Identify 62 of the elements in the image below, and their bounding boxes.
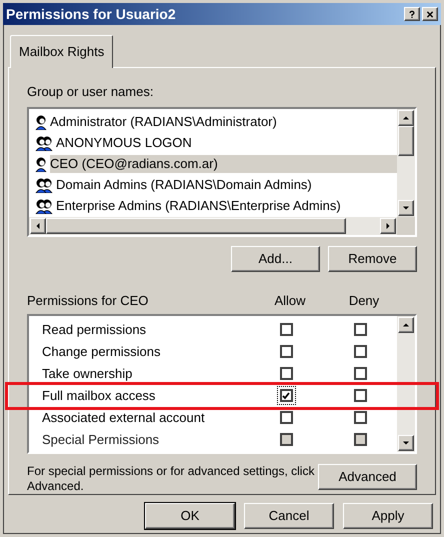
scroll-left-button[interactable] (30, 218, 46, 234)
permission-label: Take ownership (42, 364, 134, 383)
column-header: Allow (273, 292, 307, 310)
left-arrow-icon (35, 222, 41, 230)
group-icon (35, 134, 53, 150)
checkbox[interactable] (354, 389, 366, 402)
group-icon (35, 176, 53, 192)
checkbox[interactable] (280, 345, 292, 358)
user-icon (35, 114, 47, 130)
scroll-right-button[interactable] (380, 218, 396, 234)
group-icon (35, 198, 53, 214)
checkbox[interactable] (354, 367, 366, 380)
permission-label: Associated external account (42, 408, 206, 427)
vertical-scrollbar[interactable] (397, 109, 415, 217)
vertical-scrollbar[interactable] (397, 316, 415, 452)
column-header: Deny (348, 292, 380, 310)
checkbox[interactable] (280, 367, 292, 380)
user-list-item[interactable]: CEO (CEO@radians.com.ar) (50, 154, 397, 172)
checkmark-icon (282, 392, 290, 400)
section-label: Group or user names: (27, 82, 154, 101)
dialog-button[interactable]: Apply (343, 502, 433, 528)
help-icon (409, 10, 415, 18)
help-button[interactable] (404, 7, 420, 21)
permission-label: Read permissions (42, 320, 148, 339)
checkbox[interactable] (280, 389, 292, 402)
dialog-button[interactable]: Advanced (318, 464, 417, 490)
permission-label: Full mailbox access (42, 386, 156, 405)
scroll-thumb[interactable] (398, 126, 414, 156)
permission-label: Change permissions (42, 342, 162, 361)
user-list-item[interactable]: Administrator (RADIANS\Administrator) (50, 112, 397, 130)
permission-label: Special Permissions (42, 430, 160, 449)
checkbox[interactable] (354, 345, 366, 358)
advanced-hint: For special permissions or for advanced settings, click Advanced. (27, 464, 316, 494)
user-list-item[interactable]: Enterprise Admins (RADIANS\Enterprise Admins) (56, 196, 397, 214)
dialog-button[interactable]: OK (145, 502, 235, 528)
dialog-button[interactable]: Cancel (244, 502, 334, 528)
close-icon (426, 10, 434, 18)
close-button[interactable] (422, 7, 438, 21)
scroll-up-button[interactable] (398, 110, 414, 126)
section-label: Permissions for CEO (27, 292, 150, 310)
window-title: Permissions for Usuario2 (6, 4, 176, 24)
scroll-down-button[interactable] (398, 200, 414, 216)
scroll-up-button[interactable] (398, 316, 414, 332)
user-list-item[interactable]: Domain Admins (RADIANS\Domain Admins) (56, 176, 397, 194)
scrollbar-corner (397, 217, 415, 235)
down-arrow-icon (402, 440, 410, 446)
user-list-item[interactable]: ANONYMOUS LOGON (56, 134, 392, 152)
up-arrow-icon (402, 115, 410, 121)
checkbox[interactable] (354, 323, 366, 336)
checkbox[interactable] (280, 323, 292, 336)
user-icon (35, 156, 47, 172)
down-arrow-icon (402, 205, 410, 211)
up-arrow-icon (402, 322, 410, 328)
checkbox[interactable] (280, 411, 292, 424)
dialog-button[interactable]: Remove (328, 246, 417, 272)
scroll-thumb[interactable] (46, 218, 346, 234)
checkbox[interactable] (354, 411, 366, 424)
dialog-button[interactable]: Add... (231, 246, 320, 272)
right-arrow-icon (385, 222, 391, 230)
tab[interactable]: Mailbox Rights (10, 35, 114, 68)
scroll-down-button[interactable] (398, 434, 414, 450)
horizontal-scrollbar[interactable] (29, 217, 397, 235)
